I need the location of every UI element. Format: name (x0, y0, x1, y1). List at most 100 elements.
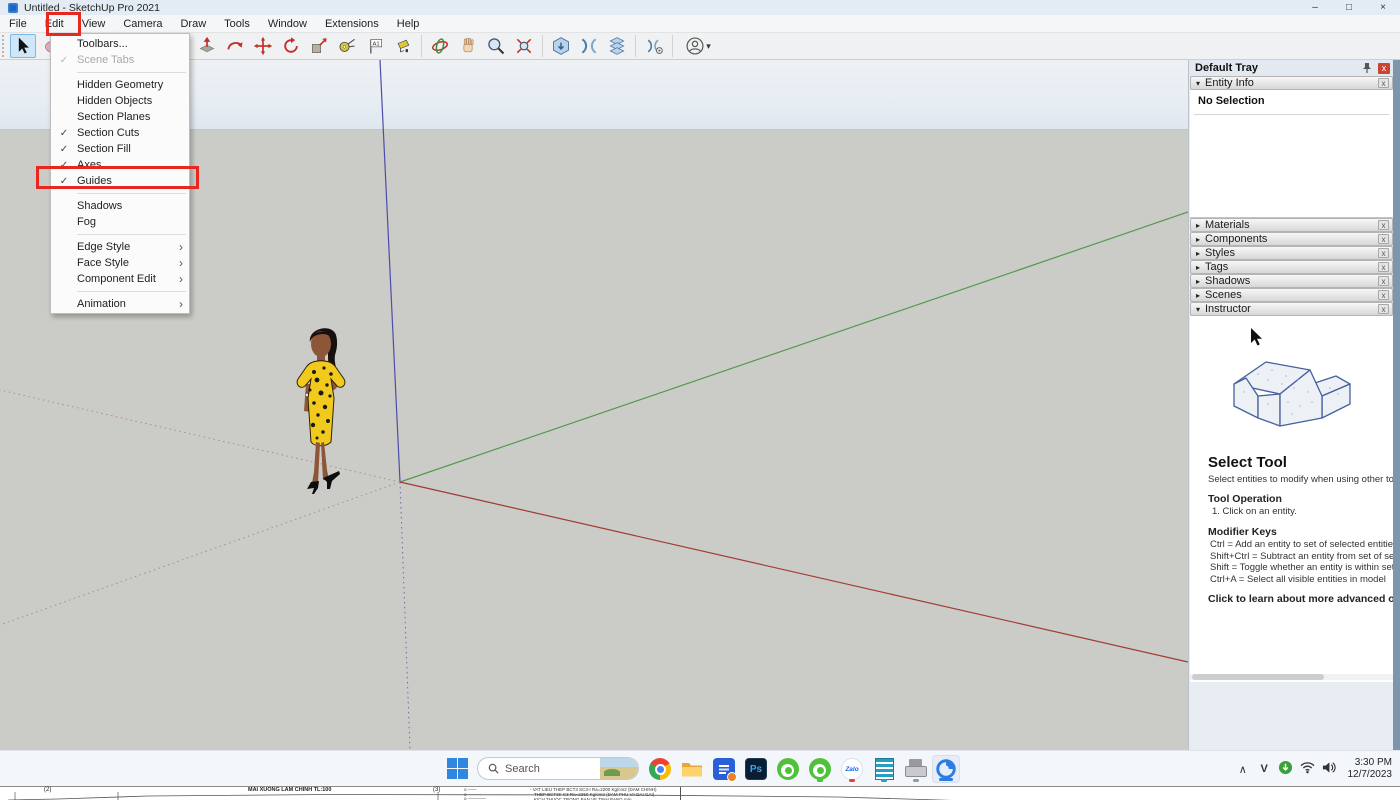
tray-section-styles[interactable]: ▸Stylesx (1190, 246, 1393, 260)
collapsed-arrow-icon: ▸ (1191, 221, 1205, 230)
tray-section-shadows[interactable]: ▸Shadowsx (1190, 274, 1393, 288)
tray-section-materials[interactable]: ▸Materialsx (1190, 218, 1393, 232)
entity-info-header[interactable]: ▾ Entity Info x (1190, 76, 1393, 90)
idm-tray-icon[interactable] (1275, 760, 1296, 778)
tray-header[interactable]: Default Tray x (1189, 60, 1394, 76)
menu-item-component-edit[interactable]: ✓Component Edit› (51, 271, 189, 287)
account-icon (685, 36, 705, 56)
maximize-icon[interactable]: □ (1332, 0, 1366, 15)
scrollbar-thumb[interactable] (1192, 674, 1324, 680)
taskbar-search-input[interactable]: Search (477, 757, 639, 780)
taskbar-app-zalo[interactable]: Zalo (838, 755, 866, 783)
instructor-subtitle: Select entities to modify when using oth… (1208, 474, 1393, 485)
menu-item-section-cuts[interactable]: ✓Section Cuts (51, 125, 189, 141)
window-title: Untitled - SketchUp Pro 2021 (24, 2, 160, 14)
start-button[interactable] (447, 758, 468, 779)
tray-close-icon[interactable]: x (1378, 63, 1390, 74)
taskbar-app-chrome[interactable] (646, 755, 674, 783)
menu-item-guides[interactable]: ✓Guides (51, 173, 189, 189)
minimize-icon[interactable]: – (1298, 0, 1332, 15)
section-close-icon[interactable]: x (1378, 276, 1389, 286)
section-close-icon[interactable]: x (1378, 262, 1389, 272)
tray-section-instructor[interactable]: ▾Instructorx (1190, 302, 1393, 316)
section-close-icon[interactable]: x (1378, 290, 1389, 300)
3d-warehouse-button[interactable] (548, 34, 574, 58)
extension-warehouse-button[interactable] (576, 34, 602, 58)
menu-item-axes[interactable]: ✓Axes (51, 157, 189, 173)
search-weather-widget[interactable] (600, 758, 638, 779)
text-tool-button[interactable]: A1 (362, 34, 388, 58)
entity-info-close-icon[interactable]: x (1378, 78, 1389, 88)
scale-figure-person[interactable] (283, 322, 360, 497)
menu-edit[interactable]: Edit (36, 16, 73, 32)
section-close-icon[interactable]: x (1378, 248, 1389, 258)
menu-help[interactable]: Help (388, 16, 429, 32)
menu-item-fog[interactable]: ✓Fog (51, 214, 189, 230)
menu-view[interactable]: View (73, 16, 115, 32)
shared-layers-button[interactable] (604, 34, 630, 58)
menu-camera[interactable]: Camera (114, 16, 171, 32)
orbit-tool-button[interactable] (427, 34, 453, 58)
expanded-arrow-icon: ▾ (1191, 305, 1205, 314)
section-close-icon[interactable]: x (1378, 234, 1389, 244)
v-app-tray-icon[interactable]: V (1253, 763, 1274, 775)
menu-window[interactable]: Window (259, 16, 316, 32)
tray-section-components[interactable]: ▸Componentsx (1190, 232, 1393, 246)
close-icon[interactable]: × (1366, 0, 1400, 15)
zoom-tool-button[interactable] (483, 34, 509, 58)
clock-date: 12/7/2023 (1347, 769, 1392, 780)
tray-scroll-strip[interactable] (1393, 60, 1400, 750)
taskbar-app-notes[interactable] (870, 755, 898, 783)
tray-section-tags[interactable]: ▸Tagsx (1190, 260, 1393, 274)
sign-in-account-button[interactable]: ▾ (678, 34, 718, 58)
move-tool-button[interactable] (250, 34, 276, 58)
menu-item-scene-tabs[interactable]: ✓Scene Tabs (51, 52, 189, 68)
select-tool-button[interactable] (10, 34, 36, 58)
menu-item-face-style[interactable]: ✓Face Style› (51, 255, 189, 271)
wifi-icon[interactable] (1296, 761, 1317, 777)
menu-tools[interactable]: Tools (215, 16, 259, 32)
submenu-arrow-icon: › (173, 297, 189, 311)
menu-item-edge-style[interactable]: ✓Edge Style› (51, 239, 189, 255)
menu-item-section-fill[interactable]: ✓Section Fill (51, 141, 189, 157)
instructor-advanced-link[interactable]: Click to learn about more advanced op (1208, 593, 1393, 605)
tray-section-scenes[interactable]: ▸Scenesx (1190, 288, 1393, 302)
section-close-icon[interactable]: x (1378, 220, 1389, 230)
taskbar-app-printer[interactable] (902, 755, 930, 783)
menu-item-hidden-objects[interactable]: ✓Hidden Objects (51, 93, 189, 109)
paint-bucket-tool-button[interactable] (390, 34, 416, 58)
menu-item-shadows[interactable]: ✓Shadows (51, 198, 189, 214)
chevron-up-icon[interactable]: ∧ (1232, 763, 1253, 776)
menu-item-animation[interactable]: ✓Animation› (51, 296, 189, 312)
scale-tool-button[interactable] (306, 34, 332, 58)
taskbar-app-office[interactable] (710, 755, 738, 783)
extension-manager-button[interactable] (641, 34, 667, 58)
pin-icon[interactable] (1360, 62, 1374, 74)
taskbar-app-file-explorer[interactable] (678, 755, 706, 783)
instructor-horizontal-scrollbar[interactable] (1190, 674, 1393, 680)
menu-item-section-planes[interactable]: ✓Section Planes (51, 109, 189, 125)
background-cad-window-sliver[interactable]: (2) MAI XUONG LAM CHINH TL:100 (3) o ——o… (0, 786, 1400, 800)
menu-extensions[interactable]: Extensions (316, 16, 388, 32)
entity-info-status: No Selection (1198, 95, 1265, 107)
taskbar-app-photoshop[interactable]: Ps (742, 755, 770, 783)
menu-file[interactable]: File (0, 16, 36, 32)
zoom-extents-tool-button[interactable] (511, 34, 537, 58)
taskbar-app-coccoc-1[interactable] (774, 755, 802, 783)
clock[interactable]: 3:30 PM 12/7/2023 (1345, 757, 1400, 782)
taskbar-app-sketchup-active[interactable] (932, 755, 960, 783)
volume-icon[interactable] (1318, 761, 1339, 777)
menu-item-hidden-geometry[interactable]: ✓Hidden Geometry (51, 77, 189, 93)
select-cursor-icon (13, 36, 33, 56)
office-app-icon (713, 758, 735, 780)
pan-tool-button[interactable] (455, 34, 481, 58)
tape-measure-tool-button[interactable] (334, 34, 360, 58)
menu-draw[interactable]: Draw (171, 16, 215, 32)
section-close-icon[interactable]: x (1378, 304, 1389, 314)
rotate-tool-button[interactable] (278, 34, 304, 58)
push-pull-tool-button[interactable] (194, 34, 220, 58)
taskbar-app-coccoc-2[interactable] (806, 755, 834, 783)
toolbar-drag-handle[interactable] (2, 35, 5, 57)
menu-item-toolbars[interactable]: ✓Toolbars... (51, 36, 189, 52)
follow-me-tool-button[interactable] (222, 34, 248, 58)
